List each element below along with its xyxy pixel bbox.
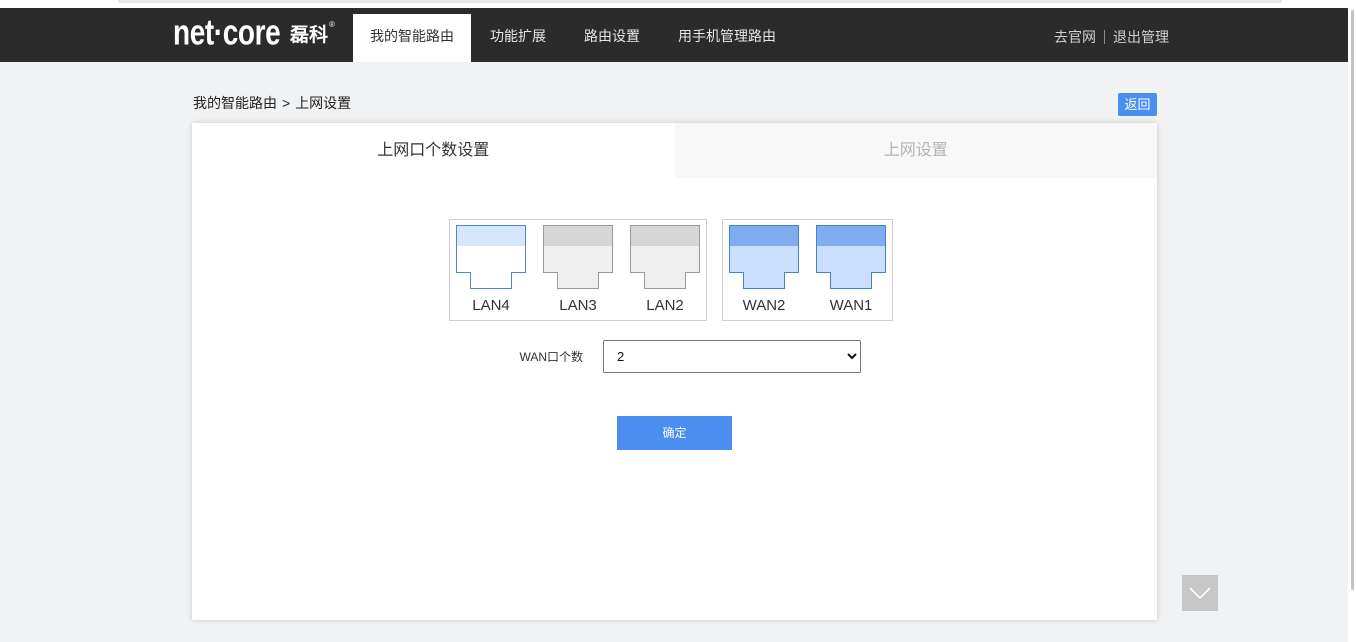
scroll-down-button[interactable] (1182, 575, 1218, 611)
chevron-stroke (1189, 587, 1211, 600)
top-edge-decoration (118, 0, 1282, 3)
port-label: LAN2 (646, 297, 684, 314)
port-label: WAN1 (829, 297, 873, 314)
port-band (631, 226, 699, 246)
ethernet-port-icon (456, 225, 526, 289)
port-band (457, 226, 525, 246)
port-label: WAN2 (742, 297, 786, 314)
port-wan2: WAN2 (729, 225, 799, 320)
chevron-down-icon (1189, 587, 1211, 600)
top-header-bar: net·core 磊科 ® 我的智能路由 功能扩展 路由设置 用手机管理路由 去… (0, 8, 1348, 62)
lan-port-group: LAN4 LAN3 LAN2 (449, 219, 707, 321)
ethernet-port-icon (543, 225, 613, 289)
logout-link[interactable]: 退出管理 (1113, 28, 1169, 46)
ethernet-port-icon (729, 225, 799, 289)
breadcrumb-current: 上网设置 (295, 95, 352, 111)
tab-port-count-settings[interactable]: 上网口个数设置 (192, 123, 675, 178)
scrollbar-thumb[interactable] (1351, 10, 1354, 590)
nav-tab-extensions[interactable]: 功能扩展 (471, 14, 565, 62)
breadcrumb-separator: > (282, 95, 291, 111)
wan-port-group: WAN2 WAN1 (722, 219, 893, 321)
official-site-link[interactable]: 去官网 (1054, 28, 1096, 46)
main-nav: 我的智能路由 功能扩展 路由设置 用手机管理路由 (353, 14, 795, 62)
tab-internet-settings[interactable]: 上网设置 (674, 123, 1157, 178)
port-label: LAN4 (472, 297, 510, 314)
logo-text: net·core (173, 12, 281, 53)
nav-tab-my-router[interactable]: 我的智能路由 (353, 14, 471, 62)
port-lan2: LAN2 (630, 225, 700, 320)
confirm-button[interactable]: 确定 (617, 416, 732, 450)
ethernet-port-icon (630, 225, 700, 289)
port-lan3: LAN3 (543, 225, 613, 320)
header-links: 去官网 退出管理 (1054, 28, 1169, 46)
ethernet-port-icon (816, 225, 886, 289)
port-lan4: LAN4 (456, 225, 526, 320)
logo-chinese-text: 磊科 (290, 25, 329, 46)
breadcrumb: 我的智能路由 > 上网设置 (193, 94, 351, 112)
registered-mark: ® (329, 20, 335, 29)
router-admin-page: net·core 磊科 ® 我的智能路由 功能扩展 路由设置 用手机管理路由 去… (0, 0, 1356, 642)
breadcrumb-home[interactable]: 我的智能路由 (193, 95, 277, 111)
back-button[interactable]: 返回 (1118, 93, 1157, 116)
link-divider (1104, 30, 1105, 44)
port-band (817, 226, 885, 246)
settings-panel: 上网口个数设置 上网设置 LAN4 LAN3 LAN2 WAN2 WAN1 WAN口个… (192, 123, 1157, 620)
port-band (730, 226, 798, 246)
port-band (544, 226, 612, 246)
wan-count-label: WAN口个数 (519, 350, 583, 364)
port-label: LAN3 (559, 297, 597, 314)
panel-tabs: 上网口个数设置 上网设置 (192, 123, 1157, 178)
vertical-scrollbar[interactable] (1348, 0, 1356, 642)
port-wan1: WAN1 (816, 225, 886, 320)
wan-count-select[interactable]: 2 (603, 340, 861, 373)
nav-tab-mobile-management[interactable]: 用手机管理路由 (659, 14, 795, 62)
netcore-logo[interactable]: net·core 磊科 ® (173, 8, 343, 62)
nav-tab-router-settings[interactable]: 路由设置 (565, 14, 659, 62)
browser-top-strip (0, 0, 1356, 8)
